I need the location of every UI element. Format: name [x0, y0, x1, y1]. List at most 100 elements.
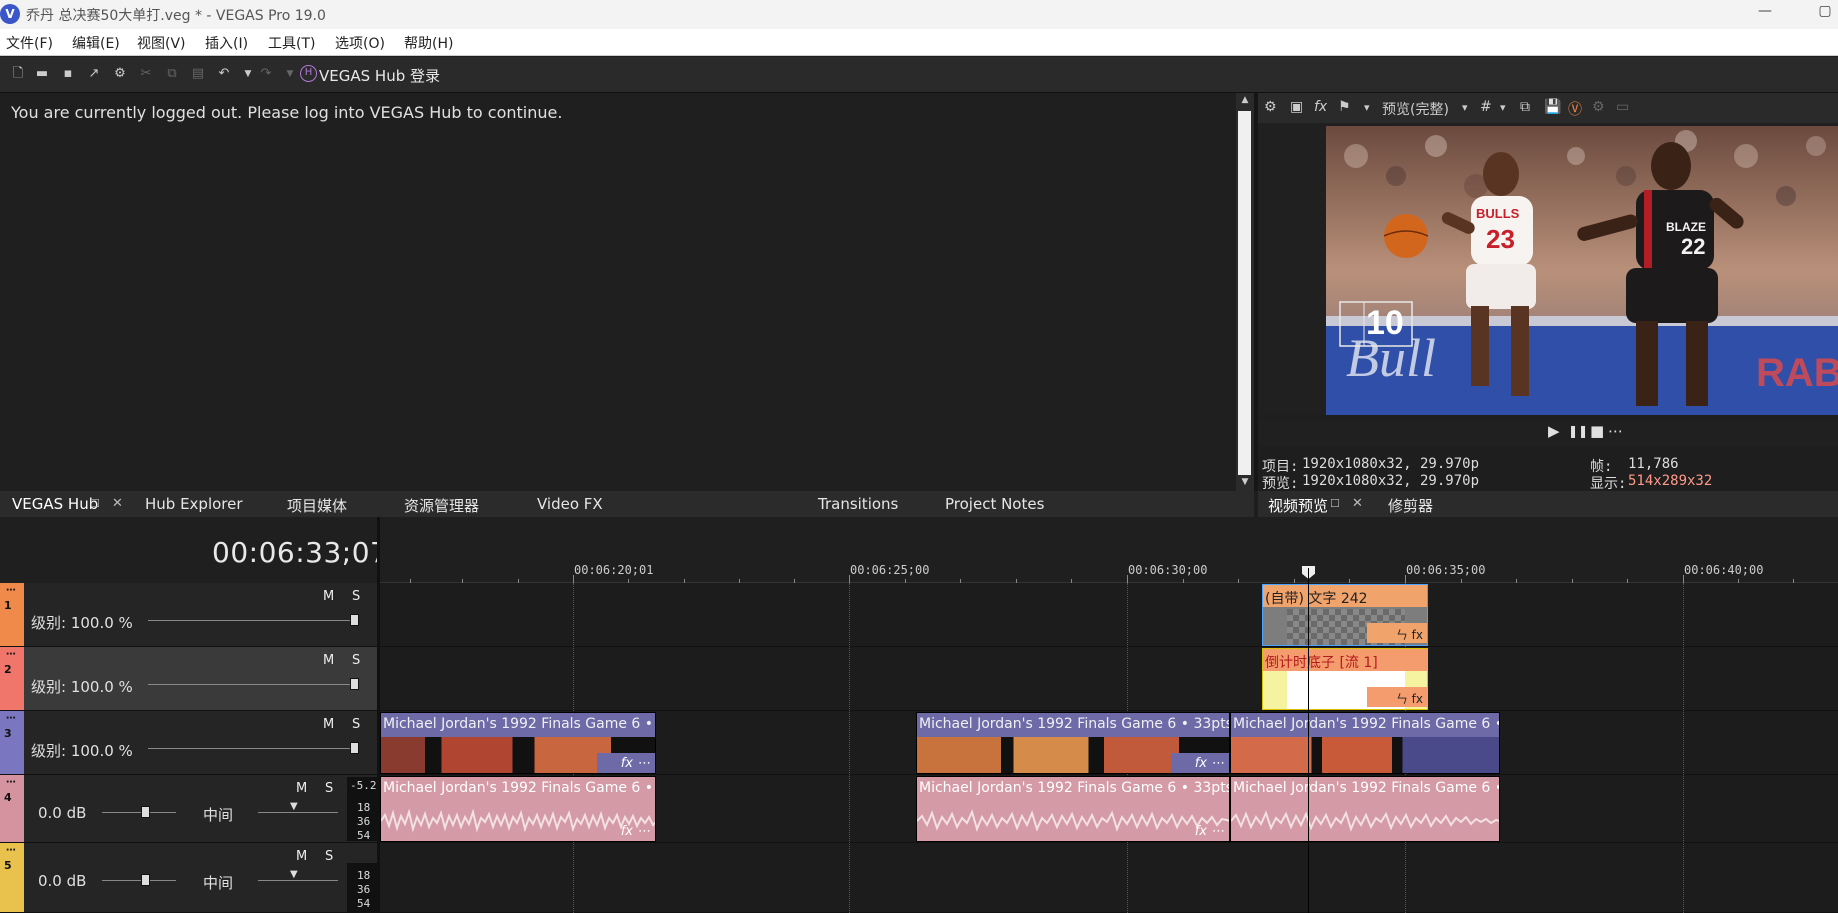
level-slider-track[interactable] [148, 684, 358, 685]
tab-project-media[interactable]: 项目媒体 [287, 495, 347, 516]
clip-fx-icon[interactable]: ㄣ fx [1396, 690, 1423, 707]
open-folder-icon[interactable]: ▬ [34, 66, 50, 82]
video-clip[interactable]: Michael Jordan's 1992 Finals Game 6 • 33… [380, 712, 656, 774]
copy-icon[interactable]: ⧉ [164, 66, 180, 82]
undo-dropdown-icon[interactable]: ▼ [240, 66, 256, 82]
tab-close-icon[interactable]: ✕ [112, 496, 123, 511]
scroll-up-icon[interactable]: ▲ [1239, 95, 1251, 105]
overlays-dropdown-icon[interactable]: ▾ [1500, 101, 1506, 114]
video-clip[interactable]: Michael Jordan's 1992 Finals Game 6 • 33… [1230, 712, 1500, 774]
level-slider-knob[interactable] [350, 678, 359, 690]
menu-view[interactable]: 视图(V) [137, 33, 186, 53]
tab-transitions[interactable]: Transitions [818, 495, 898, 513]
audio-clip[interactable]: Michael Jordan's 1992 Finals Game 6 • 33… [1230, 776, 1500, 842]
video-clip[interactable]: Michael Jordan's 1992 Finals Game 6 • 33… [916, 712, 1230, 774]
overlays-grid-icon[interactable]: # [1480, 99, 1492, 115]
tab-trimmer[interactable]: 修剪器 [1388, 495, 1433, 516]
paste-icon[interactable]: ▤ [190, 66, 206, 82]
stop-button[interactable]: ■ [1590, 422, 1604, 440]
pause-button[interactable]: ❚❚ [1568, 424, 1588, 438]
mute-button[interactable]: M [323, 589, 334, 604]
audio-clip[interactable]: Michael Jordan's 1992 Finals Game 6 • 33… [380, 776, 656, 842]
track-lane-2[interactable] [380, 647, 1838, 711]
new-file-icon[interactable]: 🗋 [10, 66, 26, 82]
mute-button[interactable]: M [323, 653, 334, 668]
tab-project-notes[interactable]: Project Notes [945, 495, 1044, 513]
level-slider-track[interactable] [148, 748, 358, 749]
clip-fx-icon[interactable]: fx [621, 824, 633, 839]
redo-icon[interactable]: ↷ [258, 66, 274, 82]
solo-button[interactable]: S [325, 781, 333, 796]
save-snapshot-icon[interactable]: 💾 [1544, 99, 1561, 115]
volume-slider-knob[interactable] [141, 874, 150, 886]
track-number-1[interactable]: ⋯ 1 [0, 583, 24, 646]
tab-hub-explorer[interactable]: Hub Explorer [145, 495, 243, 513]
hub-scrollbar[interactable]: ▲ ▼ [1236, 93, 1254, 491]
tab-float-icon[interactable]: ☐ [90, 497, 100, 510]
track-header-3[interactable]: ⋯ 3 M S 级别: 100.0 % [0, 711, 377, 775]
menu-tools[interactable]: 工具(T) [268, 33, 315, 53]
tab-video-fx[interactable]: Video FX [537, 495, 603, 513]
clip-fx-icon[interactable]: fx [1195, 824, 1207, 839]
play-button[interactable]: ▶ [1548, 422, 1560, 440]
minimize-button[interactable]: — [1755, 3, 1775, 23]
quality-chevron-down-icon[interactable]: ▾ [1462, 101, 1468, 114]
scroll-thumb[interactable] [1238, 111, 1251, 475]
level-slider-track[interactable] [148, 620, 358, 621]
track-lane-1[interactable] [380, 583, 1838, 647]
track-number-4[interactable]: ⋯ 4 [0, 775, 24, 842]
tab-vegas-hub[interactable]: VEGAS Hub [12, 495, 98, 513]
track-header-5[interactable]: ⋯ 5 M S 0.0 dB 中间 ▼ 18 36 54 [0, 843, 377, 913]
menu-edit[interactable]: 编辑(E) [72, 33, 120, 53]
tab-close-icon[interactable]: ✕ [1352, 496, 1363, 511]
clip-more-icon[interactable]: ⋯ [1212, 756, 1225, 771]
clip-fx-icon[interactable]: fx [1195, 756, 1207, 771]
tab-explorer[interactable]: 资源管理器 [404, 495, 479, 516]
preview-quality-dropdown[interactable]: 预览(完整) [1382, 99, 1449, 119]
preview-settings-icon[interactable]: ⚙ [1264, 99, 1277, 115]
export-icon[interactable]: ↗ [86, 66, 102, 82]
menu-options[interactable]: 选项(O) [335, 33, 385, 53]
level-slider-knob[interactable] [350, 742, 359, 754]
split-screen-icon[interactable]: ⚑ [1338, 99, 1351, 115]
countdown-clip[interactable]: 倒计时底子 [流 1] ㄣ fx [1262, 648, 1428, 710]
menu-help[interactable]: 帮助(H) [404, 33, 453, 53]
volume-slider-knob[interactable] [141, 806, 150, 818]
playhead-line[interactable] [1308, 568, 1309, 913]
undo-icon[interactable]: ↶ [216, 66, 232, 82]
audio-clip[interactable]: Michael Jordan's 1992 Finals Game 6 • 33… [916, 776, 1230, 842]
solo-button[interactable]: S [352, 653, 360, 668]
volume-slider-track[interactable] [102, 812, 176, 813]
redo-dropdown-icon[interactable]: ▼ [282, 66, 298, 82]
solo-button[interactable]: S [352, 717, 360, 732]
cut-icon[interactable]: ✂ [138, 66, 154, 82]
transport-more-button[interactable]: ⋯ [1608, 422, 1623, 440]
tab-video-preview[interactable]: 视频预览 [1268, 495, 1328, 516]
text-clip[interactable]: (自带) 文字 242 ㄣ fx [1262, 584, 1428, 646]
clip-fx-icon[interactable]: fx [621, 756, 633, 771]
solo-button[interactable]: S [325, 849, 333, 864]
track-header-1[interactable]: ⋯ 1 M S 级别: 100.0 % [0, 583, 377, 647]
mute-button[interactable]: M [296, 781, 307, 796]
level-slider-knob[interactable] [350, 614, 359, 626]
timecode-display[interactable]: 00:06:33;07 [212, 536, 388, 569]
video-fx-icon[interactable]: fx [1314, 99, 1327, 115]
clip-more-icon[interactable]: ⋯ [1212, 824, 1225, 839]
menu-insert[interactable]: 插入(I) [205, 33, 248, 53]
pan-slider-knob[interactable]: ▼ [290, 801, 298, 812]
track-number-2[interactable]: ⋯ 2 [0, 647, 24, 710]
clip-more-icon[interactable]: ⋯ [638, 824, 651, 839]
clip-fx-icon[interactable]: ㄣ fx [1396, 626, 1423, 643]
copy-snapshot-icon[interactable]: ⧉ [1520, 99, 1530, 115]
pan-slider-track[interactable] [258, 880, 338, 881]
tab-float-icon[interactable]: ☐ [1330, 497, 1340, 510]
split-dropdown-icon[interactable]: ▾ [1364, 101, 1370, 114]
scroll-down-icon[interactable]: ▼ [1239, 477, 1251, 487]
mute-button[interactable]: M [323, 717, 334, 732]
track-header-2[interactable]: ⋯ 2 M S 级别: 100.0 % [0, 647, 377, 711]
solo-button[interactable]: S [352, 589, 360, 604]
mute-button[interactable]: M [296, 849, 307, 864]
external-monitor-icon[interactable]: ▣ [1290, 99, 1303, 115]
save-icon[interactable]: ▪ [60, 66, 76, 82]
volume-slider-track[interactable] [102, 880, 176, 881]
